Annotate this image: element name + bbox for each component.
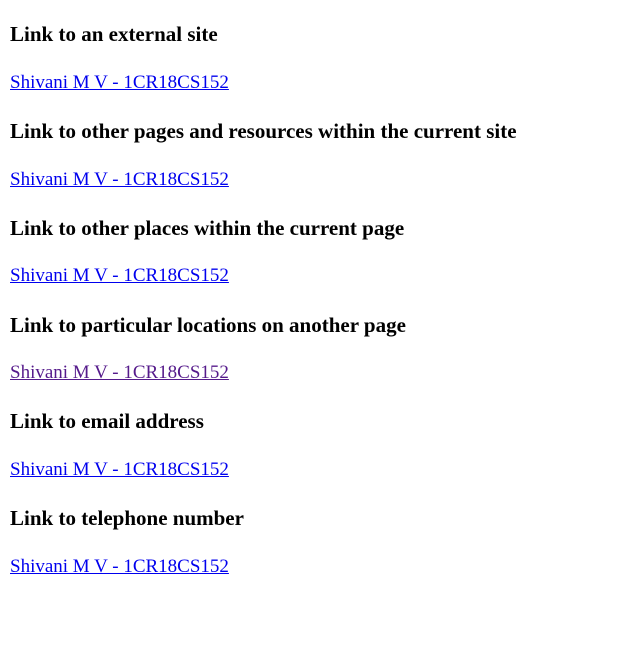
link-row: Shivani M V - 1CR18CS152	[10, 556, 229, 578]
link-row: Shivani M V - 1CR18CS152	[10, 72, 229, 94]
heading-telephone: Link to telephone number	[10, 506, 244, 530]
internal-page-link[interactable]: Shivani M V - 1CR18CS152	[10, 169, 229, 191]
email-link[interactable]: Shivani M V - 1CR18CS152	[10, 459, 229, 481]
telephone-link[interactable]: Shivani M V - 1CR18CS152	[10, 556, 229, 578]
link-row: Shivani M V - 1CR18CS152	[10, 362, 229, 384]
another-page-anchor-link[interactable]: Shivani M V - 1CR18CS152	[10, 362, 229, 384]
link-row: Shivani M V - 1CR18CS152	[10, 459, 229, 481]
heading-current-page: Link to other places within the current …	[10, 216, 405, 240]
link-row: Shivani M V - 1CR18CS152	[10, 265, 229, 287]
heading-another-page-location: Link to particular locations on another …	[10, 313, 406, 337]
external-site-link[interactable]: Shivani M V - 1CR18CS152	[10, 72, 229, 94]
heading-internal-pages: Link to other pages and resources within…	[10, 119, 517, 143]
link-row: Shivani M V - 1CR18CS152	[10, 169, 229, 191]
heading-external-site: Link to an external site	[10, 22, 218, 46]
heading-email: Link to email address	[10, 409, 204, 433]
same-page-anchor-link[interactable]: Shivani M V - 1CR18CS152	[10, 265, 229, 287]
